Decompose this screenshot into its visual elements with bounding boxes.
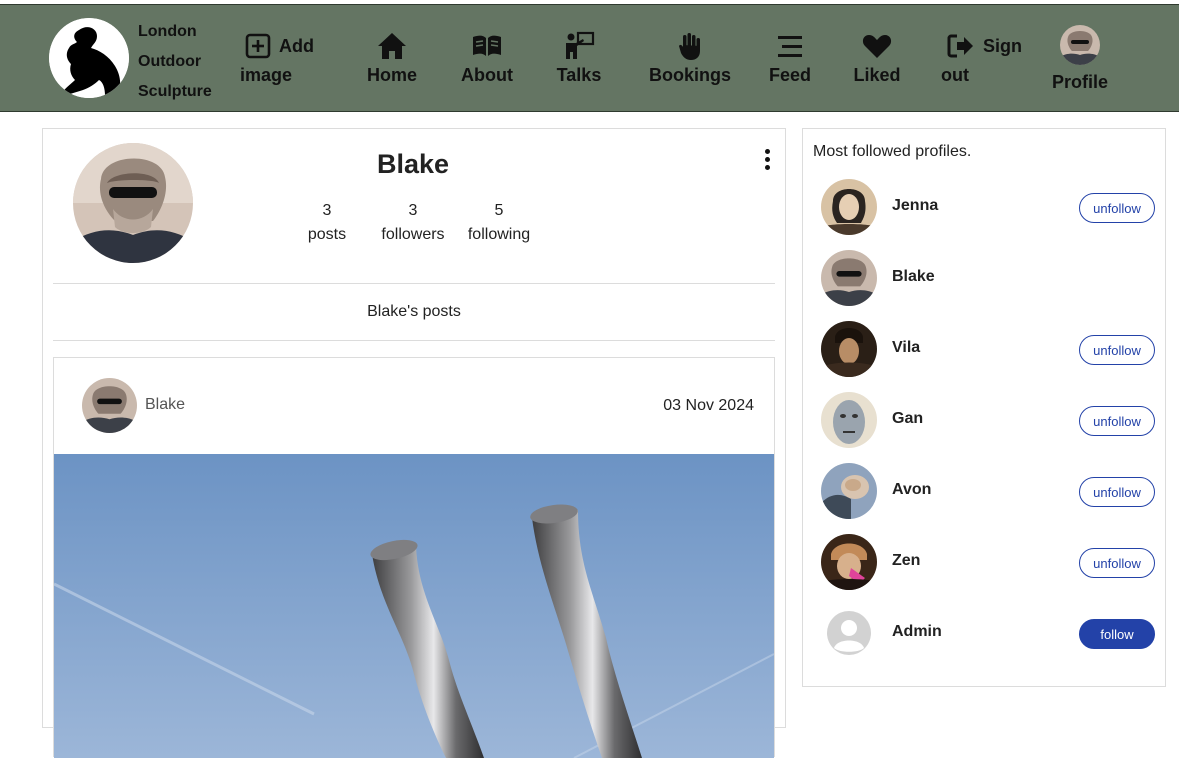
nav-talks-label: Talks (556, 65, 602, 85)
brand-line-3: Sculpture (138, 83, 212, 100)
list-item: Vila unfollow (821, 321, 1157, 377)
list-item: Blake (821, 250, 1157, 306)
plus-square-icon (245, 33, 271, 59)
nav-liked[interactable]: Liked (852, 31, 902, 86)
thinker-logo-icon (49, 18, 129, 98)
list-item: Avon unfollow (821, 463, 1157, 519)
avatar[interactable] (821, 321, 877, 377)
unfollow-button[interactable]: unfollow (1079, 335, 1155, 365)
nav-sign-out-label-1: Sign (983, 35, 1022, 56)
nav-sign-out[interactable]: Sign out (941, 31, 1022, 86)
nav-talks[interactable]: Talks (555, 31, 603, 86)
avatar[interactable] (821, 179, 877, 235)
avatar[interactable] (821, 534, 877, 590)
book-icon (473, 35, 501, 56)
sidebar-title: Most followed profiles. (813, 143, 972, 160)
list-item: Admin follow (821, 605, 1157, 661)
nav-about[interactable]: About (459, 31, 515, 86)
unfollow-button[interactable]: unfollow (1079, 477, 1155, 507)
more-options-icon[interactable] (761, 147, 773, 173)
nav-add-image-label-1: Add (279, 35, 314, 56)
brand-line-1: London (138, 23, 197, 40)
profile-avatar (73, 143, 193, 263)
post-date: 03 Nov 2024 (663, 397, 754, 414)
profile-name[interactable]: Vila (892, 339, 920, 357)
default-user-icon (827, 611, 871, 655)
nav-add-image-label-2: image (240, 65, 293, 85)
follow-button[interactable]: follow (1079, 619, 1155, 649)
posts-section-title: Blake's posts (367, 303, 461, 320)
nav-about-label: About (461, 65, 513, 85)
profile-name: Blake (376, 149, 450, 179)
stat-posts-value: 3 (322, 202, 332, 219)
divider (53, 283, 775, 284)
nav-profile[interactable]: Profile (1050, 25, 1110, 93)
profile-name[interactable]: Gan (892, 410, 923, 428)
profile-card: Blake 3 posts 3 followers 5 following Bl… (42, 128, 786, 758)
divider (53, 340, 775, 341)
stat-followers: 3 followers (363, 199, 463, 247)
home-icon (378, 33, 406, 59)
stat-following-value: 5 (494, 202, 504, 219)
most-followed-sidebar: Most followed profiles. Jenna unfollow B… (802, 128, 1166, 687)
navbar: London Outdoor Sculpture Add image Home (0, 4, 1179, 112)
post-card: Blake 03 Nov 2024 (53, 357, 775, 758)
profile-name[interactable]: Avon (892, 481, 931, 499)
nav-home-label: Home (366, 65, 417, 85)
nav-liked-label: Liked (853, 65, 901, 85)
list-item: Zen unfollow (821, 534, 1157, 590)
unfollow-button[interactable]: unfollow (1079, 548, 1155, 578)
stat-followers-value: 3 (408, 202, 418, 219)
list-item: Gan unfollow (821, 392, 1157, 448)
avatar[interactable] (821, 392, 877, 448)
stat-following: 5 following (449, 199, 549, 247)
presenter-icon (566, 31, 595, 59)
hand-icon (679, 33, 700, 60)
heart-icon (862, 35, 892, 58)
post-author-name[interactable]: Blake (145, 396, 185, 414)
nav-profile-avatar (1060, 25, 1100, 65)
site-logo[interactable] (49, 18, 129, 98)
nav-feed[interactable]: Feed (767, 31, 813, 86)
stat-posts-label: posts (307, 226, 347, 243)
nav-home[interactable]: Home (366, 31, 418, 86)
avatar[interactable] (821, 605, 877, 661)
nav-profile-label: Profile (1051, 72, 1108, 92)
avatar[interactable] (821, 250, 877, 306)
unfollow-button[interactable]: unfollow (1079, 193, 1155, 223)
profile-name[interactable]: Admin (892, 623, 942, 641)
stream-icon (778, 36, 802, 57)
unfollow-button[interactable]: unfollow (1079, 406, 1155, 436)
stat-posts: 3 posts (277, 199, 377, 247)
profile-name[interactable]: Jenna (892, 197, 938, 215)
nav-feed-label: Feed (768, 65, 811, 85)
nav-add-image[interactable]: Add image (240, 31, 314, 86)
post-author-avatar[interactable] (82, 378, 137, 433)
nav-bookings-label: Bookings (649, 65, 732, 85)
nav-bookings[interactable]: Bookings (649, 31, 731, 86)
brand-line-2: Outdoor (138, 53, 202, 70)
stat-following-label: following (467, 226, 531, 243)
post-image[interactable] (54, 454, 774, 758)
stat-followers-label: followers (381, 226, 445, 243)
profile-name[interactable]: Zen (892, 552, 920, 570)
brand-name[interactable]: London Outdoor Sculpture (138, 17, 212, 107)
profile-name[interactable]: Blake (892, 268, 935, 286)
sign-out-icon (947, 34, 973, 58)
list-item: Jenna unfollow (821, 179, 1157, 235)
nav-sign-out-label-2: out (941, 65, 969, 85)
avatar[interactable] (821, 463, 877, 519)
